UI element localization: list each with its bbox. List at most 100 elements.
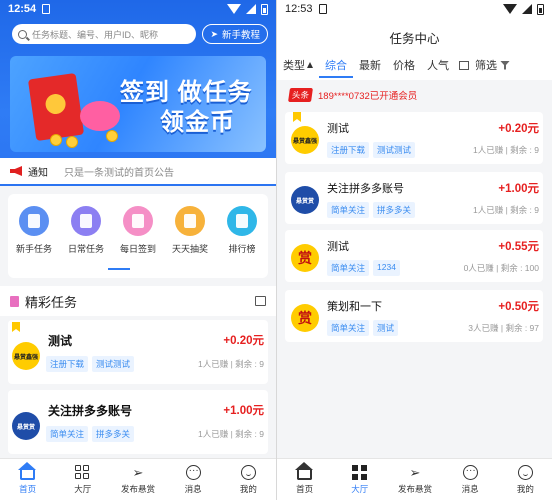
task-card[interactable]: 赏 策划和一下 +0.50元 简单关注 测试 3人已赚 | 剩余 : 97	[285, 290, 543, 342]
filter-button[interactable]: 筛选	[473, 57, 497, 73]
battery-icon	[261, 3, 268, 15]
task-tag: 测试测试	[92, 356, 135, 372]
quick-label: 日常任务	[67, 244, 104, 254]
task-price: +0.50元	[498, 301, 539, 313]
quick-leaderboard[interactable]: 排行榜	[217, 206, 267, 255]
quick-label: 天天抽奖	[171, 244, 208, 254]
tab-home[interactable]: 首页	[280, 461, 330, 495]
tab-hall[interactable]: 大厅	[335, 464, 385, 495]
bottom-tab-bar: 首页 大厅 ➢ 发布悬赏 消息 我的	[277, 458, 552, 500]
tab-messages[interactable]: 消息	[168, 464, 218, 495]
section-header: 精彩任务	[0, 286, 276, 316]
send-icon: ➢	[409, 464, 421, 480]
task-price: +1.00元	[498, 183, 539, 195]
layout-toggle-icon[interactable]	[255, 296, 266, 306]
headline-badge: 头条	[288, 88, 313, 102]
task-logo: 悬赏赏	[291, 186, 319, 214]
signal-icon	[522, 4, 532, 14]
task-title: 测试	[327, 123, 349, 135]
sim-icon	[42, 4, 51, 14]
task-meta: 1人已赚 | 剩余 : 9	[473, 205, 539, 215]
filter-latest[interactable]: 最新	[353, 57, 387, 73]
notice-label: 通知	[28, 167, 48, 179]
wifi-icon	[503, 4, 517, 14]
filter-type[interactable]: 类型	[277, 57, 319, 73]
tab-label: 我的	[516, 483, 534, 494]
logo-text: 悬赏鑫强	[13, 354, 38, 361]
task-card[interactable]: 赏 测试 +0.55元 简单关注 1234 0人已赚 | 剩余 : 100	[285, 230, 543, 282]
notice-bar[interactable]: 通知 只是一条测试的首页公告	[0, 158, 276, 184]
red-envelope-image	[27, 72, 85, 142]
filter-comprehensive[interactable]: 综合	[319, 57, 353, 78]
star-icon	[175, 206, 205, 236]
quick-entry-card: 新手任务 日常任务 每日签到 天天抽奖 排行榜	[8, 194, 268, 278]
grid-icon	[75, 464, 90, 480]
headline-ticker[interactable]: 头条 189****0732已开通会员	[288, 86, 547, 104]
quick-daily-task[interactable]: 日常任务	[61, 206, 111, 255]
tab-label: 大厅	[351, 483, 369, 494]
send-icon: ➢	[132, 464, 144, 480]
clock-icon	[123, 206, 153, 236]
book-icon	[10, 295, 19, 307]
filter-price[interactable]: 价格	[387, 57, 421, 73]
tab-mine[interactable]: 我的	[223, 464, 273, 495]
logo-text: 赏	[298, 311, 312, 327]
tab-home[interactable]: 首页	[3, 461, 53, 495]
task-meta: 1人已赚 | 剩余 : 9	[473, 145, 539, 155]
coin-image	[66, 136, 78, 148]
task-title: 测试	[48, 334, 73, 348]
coin-image	[106, 130, 118, 142]
task-tag: 1234	[373, 260, 400, 276]
logo-text: 悬赏赏	[295, 198, 314, 205]
tab-label: 消息	[184, 483, 202, 494]
quick-lottery[interactable]: 天天抽奖	[165, 206, 215, 255]
tab-publish[interactable]: ➢ 发布悬赏	[390, 465, 440, 495]
tab-hall[interactable]: 大厅	[58, 464, 108, 495]
tab-messages[interactable]: 消息	[445, 464, 495, 495]
tutorial-button[interactable]: ➤ 新手教程	[202, 24, 268, 44]
task-logo: 悬赏赏	[12, 412, 40, 440]
tab-publish[interactable]: ➢ 发布悬赏	[113, 465, 163, 495]
promo-banner[interactable]: 签到 做任务 领金币	[10, 56, 266, 152]
task-tag: 测试	[373, 320, 399, 336]
bookmark-icon	[19, 206, 49, 236]
task-price: +0.20元	[498, 123, 539, 135]
task-meta: 1人已赚 | 剩余 : 9	[198, 429, 264, 439]
piggy-bank-image	[80, 101, 120, 131]
filter-popular[interactable]: 人气	[421, 57, 455, 73]
task-card[interactable]: 悬赏鑫强 测试 +0.20元 注册下载 测试测试 1人已赚 | 剩余 : 9	[8, 320, 268, 384]
task-tag: 简单关注	[46, 426, 89, 442]
bottom-tab-bar: 首页 大厅 ➢ 发布悬赏 消息 我的	[0, 458, 276, 500]
quick-newbie-task[interactable]: 新手任务	[9, 206, 59, 255]
signal-icon	[246, 4, 256, 14]
status-time: 12:53	[285, 3, 313, 15]
funnel-icon	[500, 60, 510, 70]
task-card[interactable]: 悬赏赏 关注拼多多账号 +1.00元 简单关注 拼多多关 1人已赚 | 剩余 :…	[285, 172, 543, 224]
tab-label: 大厅	[74, 483, 92, 494]
task-card[interactable]: 悬赏鑫强 测试 +0.20元 注册下载 测试测试 1人已赚 | 剩余 : 9	[285, 112, 543, 164]
task-card[interactable]: 悬赏赏 关注拼多多账号 +1.00元 简单关注 拼多多关 1人已赚 | 剩余 :…	[8, 390, 268, 454]
task-meta: 0人已赚 | 剩余 : 100	[463, 263, 539, 273]
status-time: 12:54	[8, 3, 37, 15]
task-title: 测试	[327, 241, 349, 253]
search-placeholder: 任务标题、编号、用户ID、昵称	[32, 29, 159, 40]
quick-daily-checkin[interactable]: 每日签到	[113, 206, 163, 255]
search-input[interactable]: 任务标题、编号、用户ID、昵称	[12, 24, 197, 44]
layout-toggle-icon[interactable]	[459, 60, 469, 70]
message-icon	[185, 464, 201, 480]
task-center-header: 12:53 任务中心 类型 综合 最新 价格 人气 筛选	[277, 0, 552, 80]
task-tag: 拼多多关	[373, 202, 416, 218]
home-screen: 12:54 任务标题、编号、用户ID、昵称 ➤ 新手教程 签到 做任务 领金币 …	[0, 0, 276, 500]
tab-label: 首页	[19, 483, 37, 494]
task-meta: 3人已赚 | 剩余 : 97	[468, 323, 539, 333]
tab-mine[interactable]: 我的	[500, 464, 550, 495]
filter-type-label: 类型	[283, 60, 305, 72]
task-logo: 赏	[291, 244, 319, 272]
task-logo: 悬赏鑫强	[291, 126, 319, 154]
section-title: 精彩任务	[25, 294, 78, 310]
coin-image	[50, 134, 62, 146]
user-icon	[517, 464, 533, 480]
task-tag: 简单关注	[327, 320, 370, 336]
bookmark-flag-icon	[12, 322, 20, 332]
task-center-screen: 12:53 任务中心 类型 综合 最新 价格 人气 筛选 头条 189****0…	[277, 0, 552, 500]
